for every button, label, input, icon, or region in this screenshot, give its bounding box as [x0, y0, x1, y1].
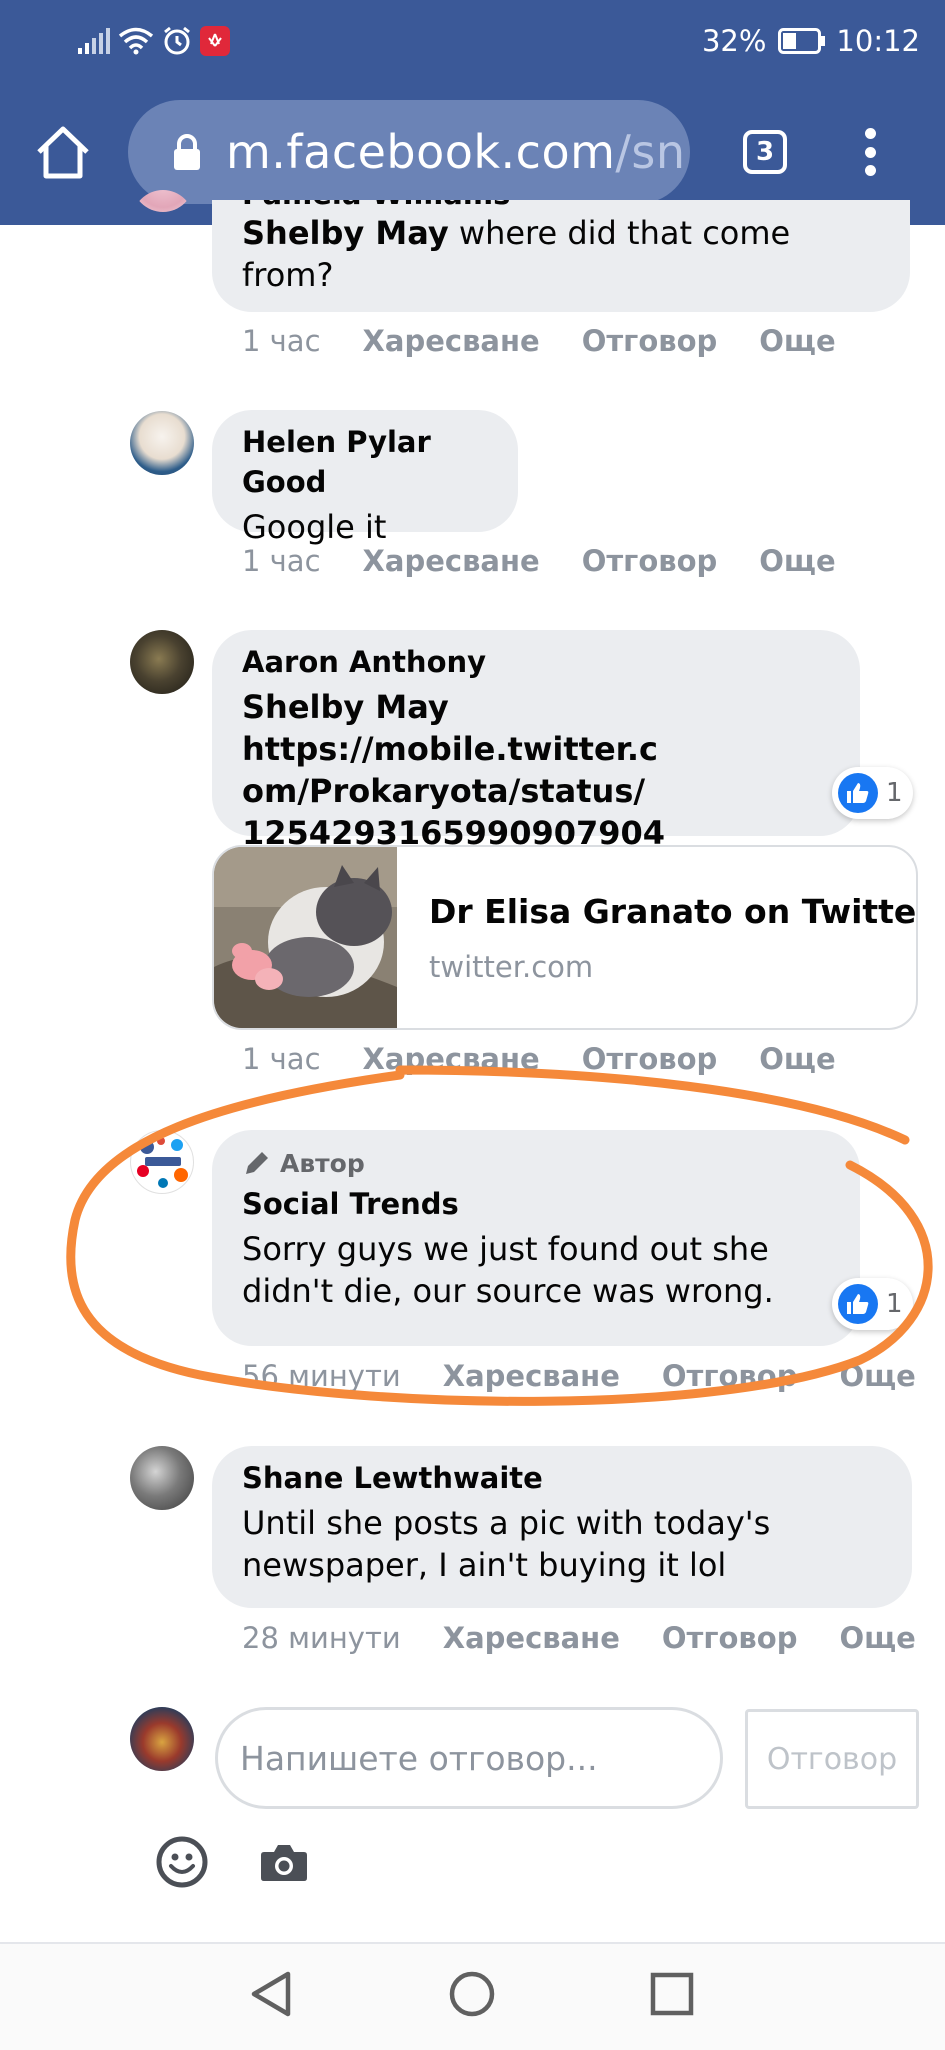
comment-author[interactable]: Helen Pylar Good [242, 422, 488, 502]
tab-switcher-button[interactable]: 3 [743, 130, 787, 174]
comment-author[interactable]: Aaron Anthony [242, 642, 830, 682]
avatar[interactable] [130, 411, 194, 475]
comment-bubble: Shane Lewthwaite Until she posts a pic w… [212, 1446, 912, 1608]
recents-icon [650, 1972, 694, 2016]
comment-link[interactable]: Shelby May https://mobile.twitter.c om/P… [242, 686, 830, 854]
reply-submit-button[interactable]: Отговор [745, 1709, 919, 1809]
more-action[interactable]: Още [759, 324, 835, 358]
address-bar[interactable]: m.facebook.com/sn [128, 100, 690, 204]
home-button[interactable] [34, 124, 92, 180]
comment-text: Google it [242, 508, 387, 546]
emoji-button[interactable] [156, 1836, 208, 1892]
battery-percent: 32% [701, 24, 767, 58]
comment-bubble: Aaron Anthony Shelby May https://mobile.… [212, 630, 860, 852]
recents-button[interactable] [650, 1972, 694, 2020]
home-icon [37, 126, 89, 179]
comment-text: Shelby May where did that come from? [242, 214, 791, 294]
avatar[interactable] [130, 630, 194, 694]
camera-icon [261, 1845, 307, 1881]
overflow-menu-button[interactable] [858, 128, 882, 176]
comment-bubble: Helen Pylar Good Google it [212, 410, 518, 546]
alarm-icon [164, 26, 190, 55]
comment-time[interactable]: 1 час [242, 544, 321, 578]
emoji-icon [156, 1836, 208, 1888]
avatar[interactable] [132, 190, 194, 252]
reply-input[interactable] [215, 1707, 723, 1809]
avatar[interactable] [130, 1446, 194, 1510]
like-icon [838, 773, 878, 813]
more-action[interactable]: Още [839, 1621, 915, 1655]
comment-time[interactable]: 1 час [242, 324, 321, 358]
mention-link[interactable]: Shelby May [242, 214, 449, 252]
camera-button[interactable] [260, 1842, 308, 1886]
link-title: Dr Elisa Granato on Twitter [429, 892, 918, 931]
like-action[interactable]: Харесване [363, 544, 540, 578]
reply-action[interactable]: Отговор [582, 324, 718, 358]
like-action[interactable]: Харесване [443, 1621, 620, 1655]
clock: 10:12 [836, 24, 920, 58]
lock-icon [172, 133, 202, 171]
comment-actions: 1 час Харесване Отговор Още [242, 324, 836, 358]
battery-icon [778, 28, 826, 54]
current-user-avatar [130, 1707, 194, 1771]
link-thumbnail [214, 847, 397, 1028]
comment-text: Until she posts a pic with today's newsp… [242, 1504, 771, 1584]
home-nav-button[interactable] [448, 1970, 496, 2022]
comment-actions: 1 час Харесване Отговор Още [242, 544, 836, 578]
annotation-circle [66, 1065, 933, 1406]
comment-author[interactable]: Shane Lewthwaite [242, 1458, 882, 1498]
url-text: m.facebook.com/sn [226, 125, 686, 179]
comment-bubble: Pamela Williams Shelby May where did tha… [212, 200, 910, 312]
link-preview-card[interactable]: Dr Elisa Granato on Twitter twitter.com [212, 845, 918, 1030]
more-action[interactable]: Още [759, 544, 835, 578]
like-action[interactable]: Харесване [363, 324, 540, 358]
wifi-icon [118, 27, 154, 55]
reply-action[interactable]: Отговор [582, 544, 718, 578]
back-button[interactable] [248, 1970, 294, 2022]
comment-actions: 28 минути Харесване Отговор Още [242, 1621, 916, 1655]
signal-icon [78, 28, 110, 54]
reaction-count[interactable]: 1 [832, 767, 913, 819]
back-icon [251, 1971, 291, 2017]
home-circle-icon [449, 1971, 495, 2017]
reply-action[interactable]: Отговор [662, 1621, 798, 1655]
huawei-app-icon [200, 26, 230, 56]
comment-time[interactable]: 28 минути [242, 1621, 401, 1655]
status-bar-left [78, 22, 230, 60]
status-bar-right: 32% 10:12 [702, 22, 920, 60]
link-domain: twitter.com [429, 950, 594, 984]
